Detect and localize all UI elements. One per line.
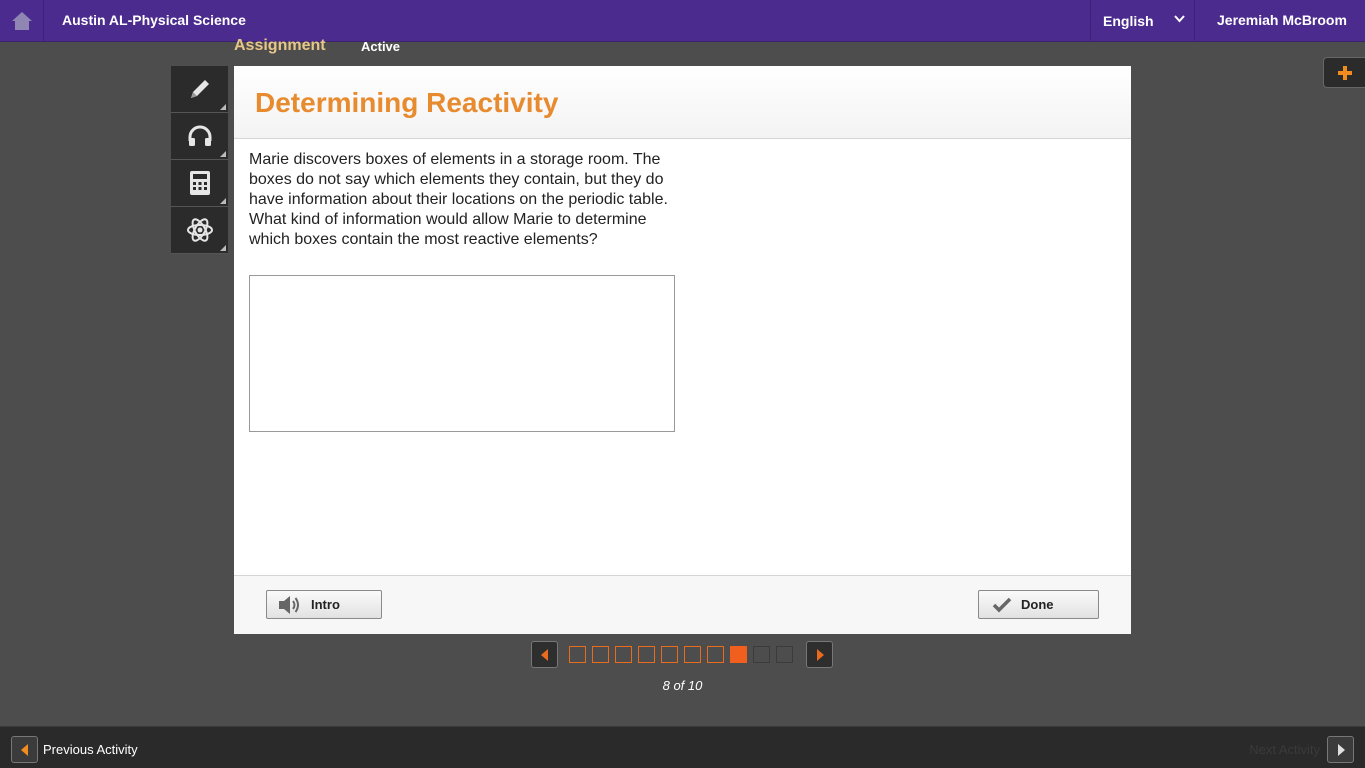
pager-text: 8 of 10 <box>662 678 703 693</box>
arrow-left-icon <box>540 648 548 661</box>
activity-pager <box>531 641 833 668</box>
arrow-left-icon <box>20 743 28 756</box>
pager-page-5[interactable] <box>661 646 678 663</box>
periodic-table-tool-button[interactable] <box>171 207 228 254</box>
home-icon <box>11 12 32 30</box>
pager-page-8[interactable] <box>730 646 747 663</box>
done-button[interactable]: Done <box>978 590 1099 619</box>
intro-label: Intro <box>311 597 340 612</box>
calculator-icon <box>189 171 210 195</box>
pager-next-button[interactable] <box>806 641 833 668</box>
chevron-down-icon <box>1174 15 1185 23</box>
activity-title: Determining Reactivity <box>255 87 559 118</box>
next-activity-label: Next Activity <box>1249 742 1320 757</box>
plus-icon <box>1337 65 1352 80</box>
expand-panel-button[interactable] <box>1323 57 1365 88</box>
bottom-bar: Previous Activity Next Activity <box>0 726 1365 768</box>
course-title[interactable]: Austin AL-Physical Science <box>62 12 246 28</box>
atom-icon <box>186 218 213 242</box>
pager-page-9 <box>753 646 770 663</box>
intro-button[interactable]: Intro <box>266 590 382 619</box>
arrow-right-icon <box>816 648 824 661</box>
question-text: Marie discovers boxes of elements in a s… <box>249 151 668 248</box>
pager-prev-button[interactable] <box>531 641 558 668</box>
pager-page-2[interactable] <box>592 646 609 663</box>
home-button[interactable] <box>0 0 44 42</box>
next-activity-button[interactable] <box>1327 736 1354 763</box>
audio-tool-button[interactable] <box>171 113 228 160</box>
pencil-icon <box>190 80 209 98</box>
pencil-tool-button[interactable] <box>171 66 228 113</box>
checkmark-icon <box>992 597 1012 612</box>
done-label: Done <box>1021 597 1054 612</box>
tools-sidebar <box>171 66 228 254</box>
calculator-tool-button[interactable] <box>171 160 228 207</box>
pager-page-4[interactable] <box>638 646 655 663</box>
pager-page-10 <box>776 646 793 663</box>
arrow-right-icon <box>1337 743 1345 756</box>
speaker-icon <box>279 595 299 614</box>
assignment-label: Assignment <box>234 37 326 54</box>
language-label: English <box>1103 13 1154 29</box>
previous-activity-label[interactable]: Previous Activity <box>43 742 138 757</box>
top-bar: Austin AL-Physical Science English Jerem… <box>0 0 1365 42</box>
activity-panel: Determining Reactivity Marie discovers b… <box>234 66 1131 634</box>
pager-page-7[interactable] <box>707 646 724 663</box>
previous-activity-button[interactable] <box>11 736 38 763</box>
pager-page-1[interactable] <box>569 646 586 663</box>
activity-footer: Intro Done <box>234 575 1131 634</box>
user-name[interactable]: Jeremiah McBroom <box>1217 12 1347 28</box>
answer-textarea[interactable] <box>249 275 675 432</box>
assignment-status: Active <box>361 39 401 54</box>
language-select[interactable]: English <box>1090 0 1195 42</box>
pager-page-6[interactable] <box>684 646 701 663</box>
headphones-icon <box>188 125 211 146</box>
pager-page-3[interactable] <box>615 646 632 663</box>
